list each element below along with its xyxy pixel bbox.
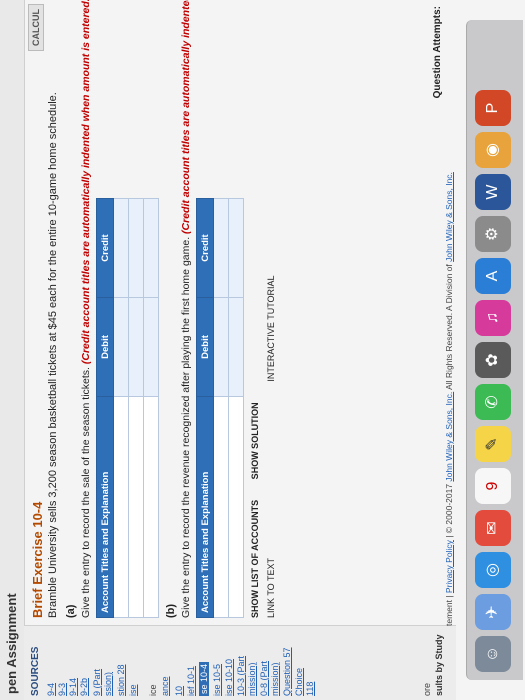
account-input[interactable] [228, 396, 244, 618]
sidebar-item[interactable]: 9-3 [57, 683, 67, 696]
action-links: SHOW LIST OF ACCOUNTS SHOW SOLUTION [250, 8, 260, 618]
table-row [228, 198, 244, 618]
sidebar-item[interactable]: mission) [270, 662, 280, 696]
wiley-link-2[interactable]: John Wiley & Sons, Inc. [444, 172, 454, 262]
show-solution-link[interactable]: SHOW SOLUTION [250, 402, 260, 479]
part-b-instruction: Give the entry to record the revenue rec… [180, 0, 192, 618]
account-input[interactable] [128, 396, 144, 618]
debit-input[interactable] [143, 297, 159, 397]
finder-icon[interactable]: ☺ [475, 636, 511, 672]
rotated-screen: pen Assignment CALCUL SOURCES 9-4 9-3 9-… [0, 0, 525, 700]
sidebar-item[interactable]: 9-2b [79, 678, 89, 696]
rights-text: All Rights Reserved. A Division of [444, 264, 454, 390]
account-input[interactable] [143, 396, 159, 618]
sidebar-item[interactable]: stion 28 [116, 664, 126, 696]
debit-input[interactable] [128, 297, 144, 397]
sidebar-item[interactable]: 9-4 [46, 683, 56, 696]
interactive-tutorial-link[interactable]: INTERACTIVE TUTORIAL [266, 275, 276, 381]
sidebar-item[interactable]: ief 10-1 [186, 666, 196, 696]
sidebar-item[interactable]: ise 10-10 [224, 659, 234, 696]
mail-icon[interactable]: ✉ [475, 510, 511, 546]
credit-input[interactable] [113, 198, 129, 298]
sidebar-item[interactable]: Question 57 [282, 647, 292, 696]
sidebar-item[interactable]: 10-3 (Part [236, 656, 246, 696]
sidebar-item[interactable]: mission) [247, 662, 257, 696]
credit-input[interactable] [128, 198, 144, 298]
question-attempts-label: Question Attempts: [432, 6, 443, 99]
app-store-icon[interactable]: A [475, 258, 511, 294]
photos-icon[interactable]: ✿ [475, 342, 511, 378]
part-a-instruction-text: Give the entry to record the sale of the… [80, 367, 92, 618]
sidebar-item[interactable]: 0-8 (Part [259, 661, 269, 696]
part-b-note: (Credit account titles are automatically… [180, 0, 192, 234]
footer-prefix: tement [444, 600, 454, 626]
sidebar-item[interactable]: ssion) [103, 672, 113, 696]
page-footer: tement | Privacy Policy | © 2000-2017 Jo… [444, 172, 454, 626]
exercise-content: Brief Exercise 10-4 Bramble University s… [30, 0, 276, 618]
part-b-instruction-text: Give the entry to record the revenue rec… [180, 236, 192, 618]
mac-dock: ☺ ✈ ◎ ✉ 9 ✎ ✆ ✿ ♫ A ⚙ W ◉ P [466, 20, 523, 680]
account-input[interactable] [213, 396, 229, 618]
launchpad-icon[interactable]: ✈ [475, 594, 511, 630]
sidebar-item[interactable]: 9-14 [68, 678, 78, 696]
credit-input[interactable] [143, 198, 159, 298]
col-account-titles: Account Titles and Explanation [196, 396, 214, 618]
account-input[interactable] [113, 396, 129, 618]
journal-table-b: Account Titles and Explanation Debit Cre… [196, 198, 244, 618]
resources-sidebar: SOURCES 9-4 9-3 9-14 9-2b 9 (Part ssion)… [24, 625, 456, 700]
privacy-policy-link[interactable]: Privacy Policy [444, 540, 454, 593]
sidebar-item[interactable]: 118 [305, 682, 315, 696]
sidebar-heading: SOURCES [30, 646, 41, 696]
credit-input[interactable] [228, 198, 244, 298]
col-account-titles: Account Titles and Explanation [96, 396, 114, 618]
powerpoint-icon[interactable]: P [475, 90, 511, 126]
col-debit: Debit [96, 297, 114, 397]
credit-input[interactable] [213, 198, 229, 298]
notes-icon[interactable]: ✎ [475, 426, 511, 462]
exercise-text: Bramble University sells 3,200 season ba… [47, 92, 59, 618]
window-title: pen Assignment [4, 593, 19, 694]
link-to-text[interactable]: LINK TO TEXT [266, 558, 276, 618]
debit-input[interactable] [213, 297, 229, 397]
table-row [213, 198, 229, 618]
part-a-label: (a) [65, 604, 77, 618]
music-icon[interactable]: ♫ [475, 300, 511, 336]
col-credit: Credit [196, 198, 214, 298]
results-by-study-link[interactable]: sults by Study [434, 634, 444, 696]
word-icon[interactable]: W [475, 174, 511, 210]
calendar-icon[interactable]: 9 [475, 468, 511, 504]
sidebar-item[interactable]: ance [160, 676, 170, 696]
copyright: © 2000-2017 [444, 483, 454, 534]
show-list-of-accounts-link[interactable]: SHOW LIST OF ACCOUNTS [250, 500, 260, 618]
safari-icon[interactable]: ◎ [475, 552, 511, 588]
sidebar-item[interactable]: ise [128, 684, 138, 696]
sidebar-item[interactable]: 9 (Part [92, 669, 102, 696]
settings-icon[interactable]: ⚙ [475, 216, 511, 252]
part-a-note: (Credit account titles are automatically… [80, 0, 92, 365]
part-b-label: (b) [165, 603, 177, 618]
journal-table-a: Account Titles and Explanation Debit Cre… [96, 198, 159, 618]
table-row [143, 198, 159, 618]
col-credit: Credit [96, 198, 114, 298]
debit-input[interactable] [228, 297, 244, 397]
table-row [113, 198, 129, 618]
messages-icon[interactable]: ✆ [475, 384, 511, 420]
sidebar-item[interactable]: 10 [174, 686, 184, 696]
table-row [128, 198, 144, 618]
wiley-link[interactable]: John Wiley & Sons, Inc. [444, 392, 454, 482]
window-title-bar: pen Assignment [0, 0, 25, 700]
sidebar-item[interactable]: ise 10-5 [212, 664, 222, 696]
exercise-title: Brief Exercise 10-4 [30, 501, 45, 618]
debit-input[interactable] [113, 297, 129, 397]
secondary-links: LINK TO TEXT INTERACTIVE TUTORIAL [266, 8, 276, 618]
sidebar-item[interactable]: Choice [294, 668, 304, 696]
sidebar-item: ice [148, 684, 158, 696]
chrome-icon[interactable]: ◉ [475, 132, 511, 168]
sidebar-study-label: ore [422, 682, 432, 696]
sidebar-item-active[interactable]: se 10-4 [199, 661, 209, 696]
col-debit: Debit [196, 297, 214, 397]
part-a-instruction: Give the entry to record the sale of the… [80, 0, 92, 618]
